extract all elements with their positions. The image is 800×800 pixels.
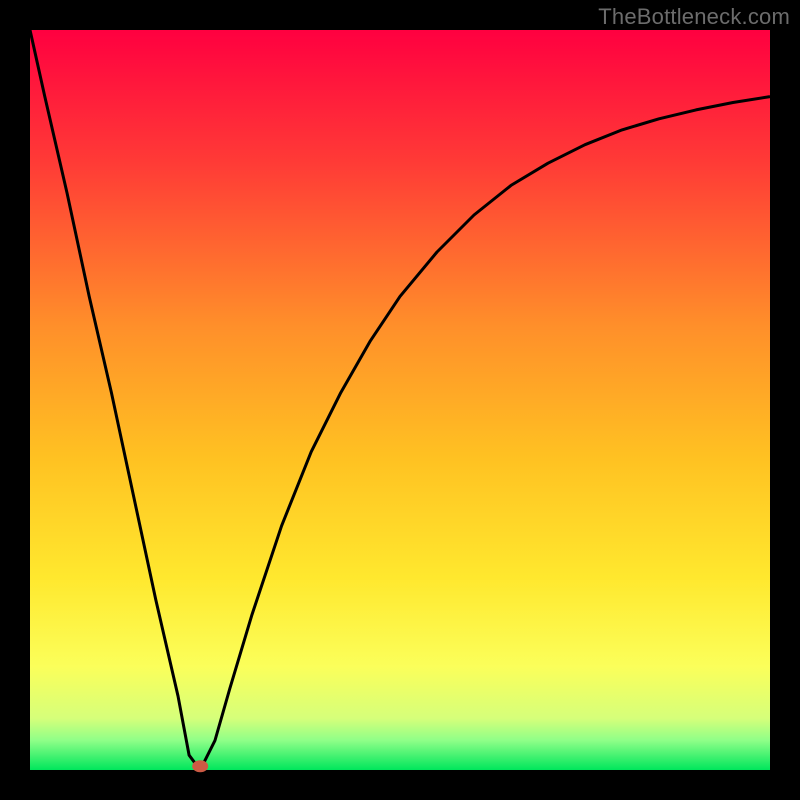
optimal-point-marker (192, 760, 208, 772)
bottleneck-chart (0, 0, 800, 800)
chart-container: TheBottleneck.com (0, 0, 800, 800)
axis-right (770, 0, 800, 800)
axis-bottom (0, 770, 800, 800)
watermark-text: TheBottleneck.com (598, 4, 790, 30)
axis-left (0, 0, 30, 800)
plot-background (30, 30, 770, 770)
